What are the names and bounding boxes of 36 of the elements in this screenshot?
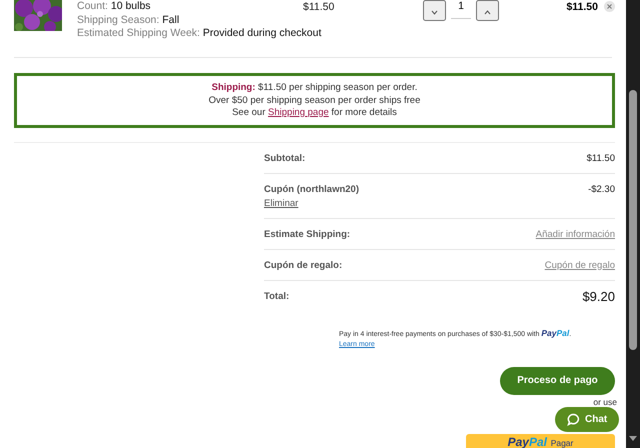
summary-link[interactable]: Cupón de regalo — [544, 260, 615, 270]
summary-label: Cupón de regalo: — [264, 260, 342, 270]
line-total: $11.50 — [566, 1, 598, 13]
detail-label: Estimated Shipping Week: — [77, 27, 200, 39]
summary-label: Subtotal: — [264, 152, 306, 164]
shipping-page-link[interactable]: Shipping page — [268, 107, 329, 118]
summary-label: Total: — [264, 290, 290, 302]
checkout-button[interactable]: Proceso de pago — [500, 366, 615, 394]
quantity-field[interactable]: 1 — [451, 0, 471, 19]
detail-label: Count: — [77, 0, 108, 12]
close-icon — [607, 4, 612, 9]
summary-label: Estimate Shipping: — [264, 228, 350, 240]
notice-text: Over $50 per shipping season per order ships free — [208, 94, 422, 107]
notice-text: See our Shipping page for more details — [231, 107, 398, 120]
summary-value: -$2.30 — [588, 184, 615, 194]
unit-price: $11.50 — [303, 1, 336, 13]
summary-link[interactable]: Añadir información — [536, 228, 615, 240]
scrollbar[interactable] — [626, 0, 640, 448]
increase-button[interactable] — [476, 0, 499, 21]
total-value: $9.20 — [582, 288, 615, 304]
summary-label: Cupón (northlawn20) — [264, 184, 359, 194]
paypal-button[interactable]: PayPal Pagar — [466, 434, 615, 448]
chat-button[interactable]: Chat — [555, 407, 619, 432]
summary-value: $11.50 — [586, 152, 615, 164]
remove-button[interactable] — [604, 1, 615, 12]
chevron-down-icon — [431, 10, 438, 15]
speech-bubble-icon — [567, 413, 580, 426]
alt-payment-text: or use — [592, 396, 617, 406]
chevron-up-icon — [484, 10, 491, 15]
detail-value: 10 bulbs — [110, 0, 151, 12]
detail-value: Provided during checkout — [202, 27, 322, 39]
detail-label: Shipping Season: — [77, 14, 160, 26]
remove-coupon-link[interactable]: Eliminar — [264, 198, 359, 208]
notice-text: Shipping: $11.50 per shipping season per order. — [210, 82, 418, 94]
decrease-button[interactable] — [423, 0, 446, 21]
detail-value: Fall — [162, 14, 180, 26]
